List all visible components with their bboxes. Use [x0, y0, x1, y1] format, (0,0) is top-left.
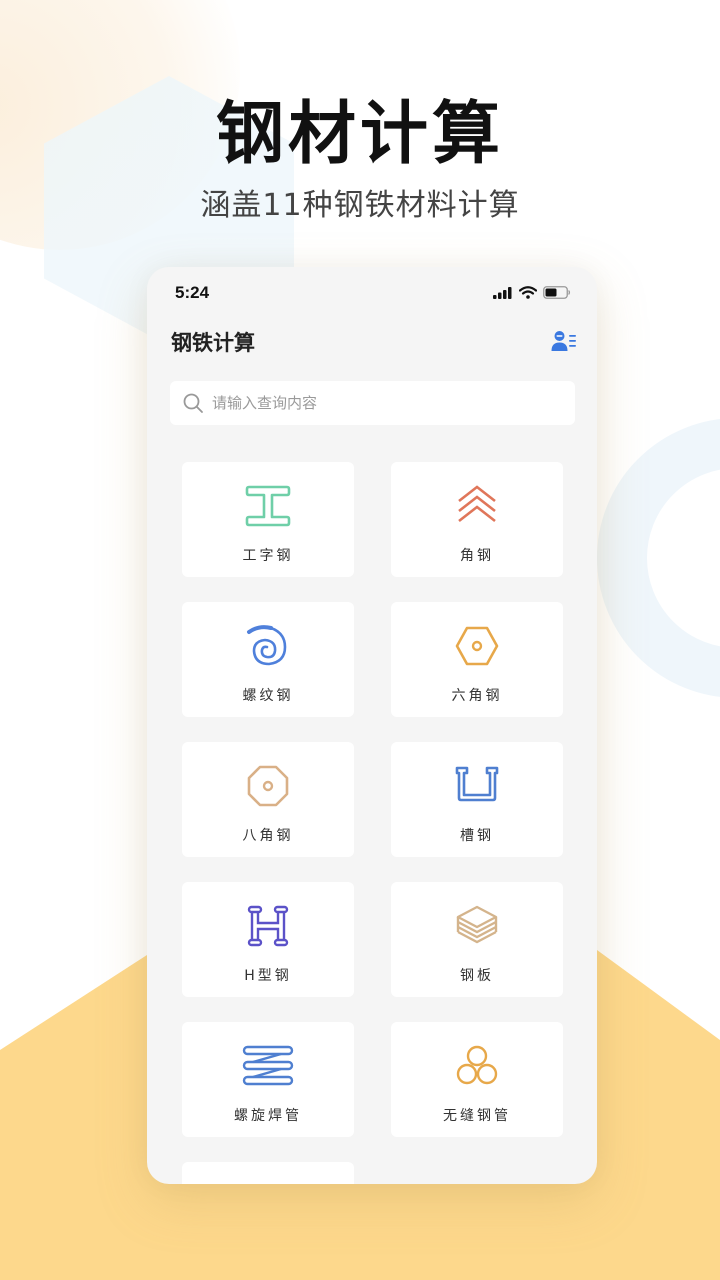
seamless-pipe-icon [456, 1045, 498, 1085]
material-card-channel-steel[interactable]: 槽钢 [391, 742, 563, 857]
hero-subtitle: 涵盖11种钢铁材料计算 [200, 188, 520, 223]
material-card-spiral-welded-pipe[interactable]: 螺旋焊管 [182, 1022, 354, 1137]
material-card-h-beam[interactable]: H型钢 [182, 882, 354, 997]
material-card-rebar[interactable]: 螺纹钢 [182, 602, 354, 717]
material-card-i-beam[interactable]: 工字钢 [182, 462, 354, 577]
steel-plate-stack-icon [456, 905, 498, 944]
material-label: 槽钢 [460, 828, 494, 844]
status-time: 5:24 [175, 283, 210, 302]
app-title: 钢铁计算 [171, 331, 255, 355]
status-bar: 5:24 [147, 267, 597, 317]
material-label: 钢板 [460, 968, 494, 984]
hero-title: 钢材计算 [215, 95, 504, 174]
material-label: 八角钢 [242, 828, 294, 844]
material-label: 六角钢 [451, 688, 503, 704]
angle-steel-icon [458, 485, 496, 523]
search-input[interactable] [210, 393, 554, 413]
status-icons [493, 286, 571, 299]
spiral-welded-pipe-icon [242, 1045, 294, 1086]
user-list-icon [551, 331, 576, 351]
material-label: 螺旋焊管 [234, 1108, 302, 1124]
phone-mockup: 5:24 钢铁计算 请输入查询内容 工字钢 角钢 螺纹钢 六角钢 八角钢 槽钢 … [147, 267, 597, 1184]
material-label: 螺纹钢 [242, 688, 294, 704]
octagon-icon [247, 765, 289, 807]
channel-steel-icon [455, 766, 499, 802]
wifi-icon [519, 286, 537, 299]
material-card-steel-plate[interactable]: 钢板 [391, 882, 563, 997]
material-label: 工字钢 [242, 548, 294, 564]
material-label: 无缝钢管 [443, 1108, 511, 1124]
spiral-icon [247, 625, 287, 666]
hexagon-icon [455, 626, 499, 666]
signal-bars-icon [493, 286, 512, 299]
material-card-partial[interactable] [182, 1162, 354, 1184]
i-beam-icon [245, 485, 291, 527]
material-card-octagon-steel[interactable]: 八角钢 [182, 742, 354, 857]
battery-icon [543, 286, 571, 299]
profile-button[interactable] [551, 329, 577, 353]
material-card-seamless-pipe[interactable]: 无缝钢管 [391, 1022, 563, 1137]
search-icon [183, 393, 203, 413]
search-box[interactable] [170, 381, 575, 425]
material-card-angle-steel[interactable]: 角钢 [391, 462, 563, 577]
material-card-hexagon-steel[interactable]: 六角钢 [391, 602, 563, 717]
material-label: H型钢 [244, 968, 292, 984]
background-blue-ring [597, 418, 720, 698]
h-beam-icon [247, 905, 289, 947]
material-label: 角钢 [460, 548, 494, 564]
